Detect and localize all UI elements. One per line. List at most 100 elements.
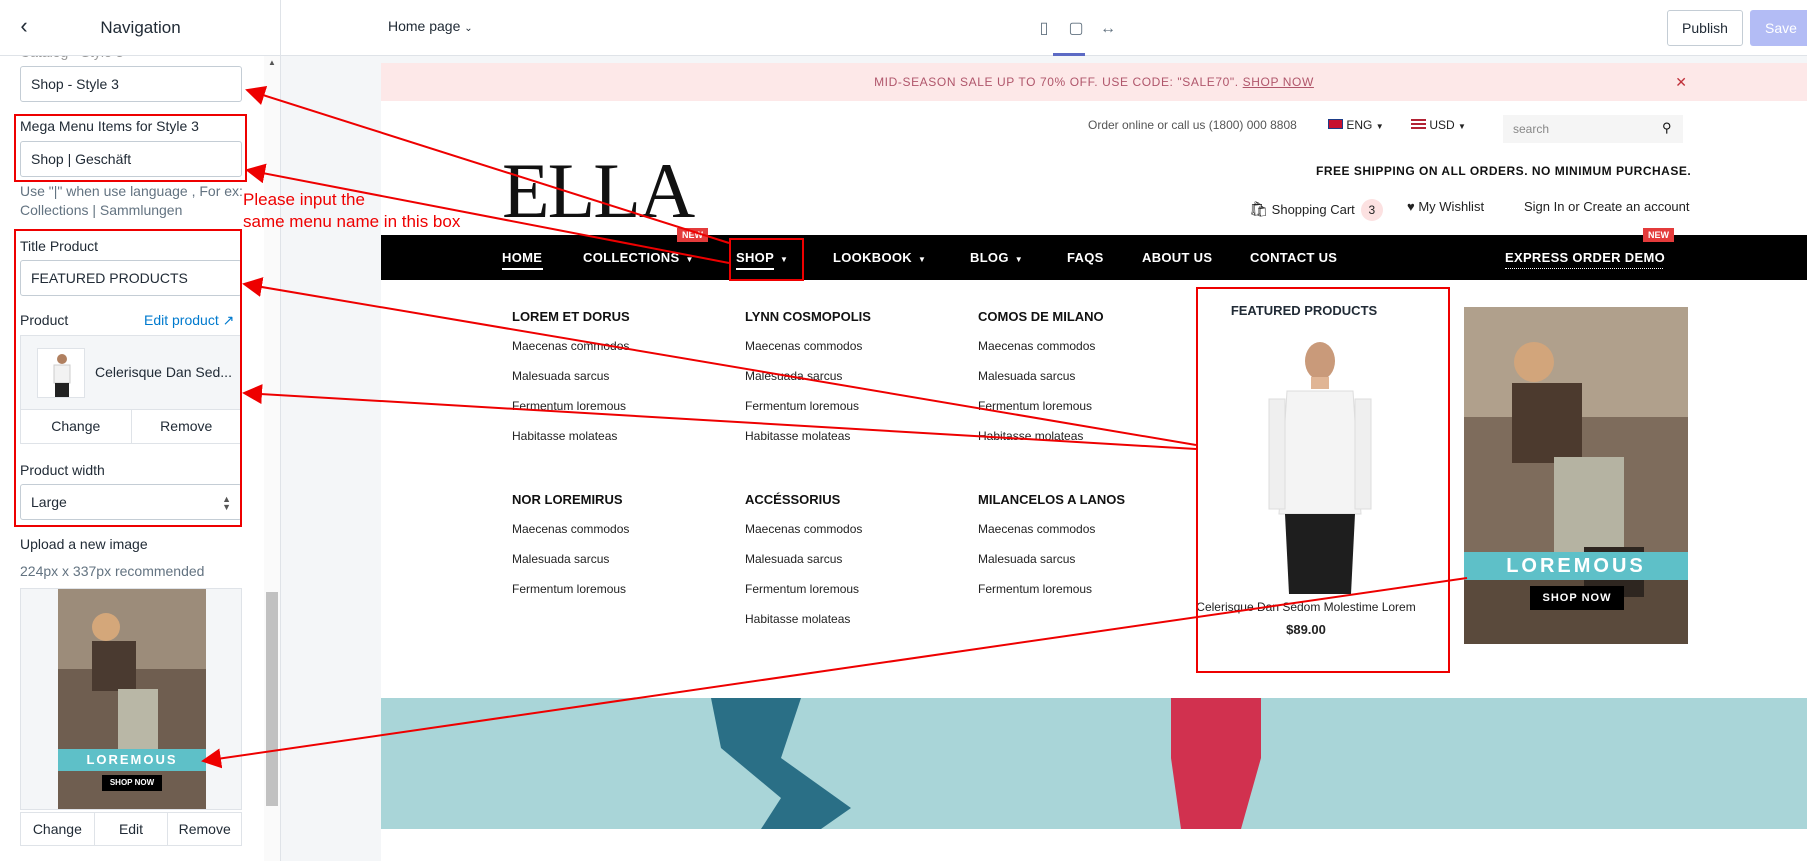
page-selector[interactable]: Home page ⌄: [388, 18, 473, 34]
nav-collections[interactable]: COLLECTIONS ▼: [583, 250, 694, 265]
main-nav: HOME COLLECTIONS ▼ SHOP ▼ LOOKBOOK ▼ BLOG ▼ …: [381, 235, 1807, 280]
image-change-button[interactable]: Change: [21, 813, 95, 845]
mega-column-item[interactable]: Fermentum loremous: [978, 582, 1092, 596]
nav-active-underline: [502, 268, 543, 270]
account-link[interactable]: Sign In or Create an account: [1524, 199, 1690, 214]
language-selector[interactable]: ENG ▼: [1328, 118, 1384, 132]
mega-column-item[interactable]: Fermentum loremous: [512, 399, 626, 413]
search-placeholder: search: [1513, 122, 1550, 136]
mega-column-title[interactable]: ACCÉSSORIUS: [745, 492, 840, 507]
mega-column-item[interactable]: Maecenas commodos: [512, 522, 629, 536]
mega-column-title[interactable]: LOREM ET DORUS: [512, 309, 630, 324]
thumb-banner-band: LOREMOUS: [58, 749, 206, 771]
mega-column-item[interactable]: Maecenas commodos: [978, 339, 1095, 353]
nav-home[interactable]: HOME: [502, 250, 542, 265]
save-button[interactable]: Save: [1750, 10, 1807, 46]
mega-column-item[interactable]: Maecenas commodos: [512, 339, 629, 353]
free-shipping-text: FREE SHIPPING ON ALL ORDERS. NO MINIMUM …: [1316, 164, 1692, 178]
mega-column-item[interactable]: Habitasse molateas: [745, 612, 850, 626]
search-icon[interactable]: ⚲: [1662, 120, 1672, 136]
annotation-line-1: Please input the: [243, 190, 365, 209]
help-line-2: Collections | Sammlungen: [20, 202, 183, 218]
mega-column-item[interactable]: Fermentum loremous: [978, 399, 1092, 413]
active-device-indicator: [1053, 53, 1085, 56]
shopping-cart-link[interactable]: 🛍 Shopping Cart 3: [1249, 199, 1383, 221]
menu-style-input[interactable]: Shop - Style 3: [20, 66, 242, 102]
mega-column-item[interactable]: Maecenas commodos: [745, 522, 862, 536]
nav-express-order[interactable]: EXPRESS ORDER DEMO: [1505, 250, 1665, 265]
mega-menu-banner[interactable]: LOREMOUS SHOP NOW: [1464, 307, 1688, 644]
search-input[interactable]: search: [1503, 115, 1683, 143]
wishlist-link[interactable]: ♥ My Wishlist: [1407, 199, 1484, 214]
wishlist-label: My Wishlist: [1418, 199, 1485, 214]
mega-column-item[interactable]: Maecenas commodos: [978, 522, 1095, 536]
mega-column-item[interactable]: Habitasse molateas: [745, 429, 850, 443]
contact-info: Order online or call us (1800) 000 8808: [1088, 118, 1297, 132]
mega-column-item[interactable]: Malesuada sarcus: [978, 552, 1075, 566]
nav-faqs[interactable]: FAQS: [1067, 250, 1104, 265]
nav-blog[interactable]: BLOG ▼: [970, 250, 1023, 265]
banner-text: LOREMOUS: [1464, 552, 1688, 580]
mega-column-item[interactable]: Fermentum loremous: [512, 582, 626, 596]
scroll-up-icon[interactable]: ▲: [266, 58, 278, 68]
mega-column-item[interactable]: Malesuada sarcus: [978, 369, 1075, 383]
nav-express-underline: [1505, 268, 1663, 269]
mega-column-item[interactable]: Maecenas commodos: [745, 339, 862, 353]
mega-column-title[interactable]: COMOS DE MILANO: [978, 309, 1104, 324]
nav-contact-us[interactable]: CONTACT US: [1250, 250, 1337, 265]
mega-column-item[interactable]: Habitasse molateas: [978, 429, 1083, 443]
annotation-box-mega-menu: [14, 114, 247, 182]
mega-column-title[interactable]: MILANCELOS A LANOS: [978, 492, 1125, 507]
mega-column-title[interactable]: NOR LOREMIRUS: [512, 492, 623, 507]
hero-banner: [381, 698, 1807, 829]
mega-column-item[interactable]: Malesuada sarcus: [745, 369, 842, 383]
mega-column-item[interactable]: Malesuada sarcus: [512, 552, 609, 566]
nav-lookbook-label: LOOKBOOK: [833, 250, 912, 265]
announcement-bar: MID-SEASON SALE UP TO 70% OFF. USE CODE:…: [381, 63, 1807, 101]
nav-blog-label: BLOG: [970, 250, 1009, 265]
currency-value: USD: [1429, 118, 1455, 132]
nav-about-us[interactable]: ABOUT US: [1142, 250, 1212, 265]
cart-count: 3: [1360, 199, 1383, 221]
mobile-view-icon[interactable]: ▯: [1028, 18, 1060, 38]
publish-button[interactable]: Publish: [1667, 10, 1743, 46]
mega-column-title[interactable]: LYNN COSMOPOLIS: [745, 309, 871, 324]
language-value: ENG: [1346, 118, 1373, 132]
banner-shop-now-button[interactable]: SHOP NOW: [1530, 586, 1624, 610]
mega-column-item[interactable]: Malesuada sarcus: [745, 552, 842, 566]
thumb-banner-button: SHOP NOW: [102, 775, 162, 791]
mega-menu-help: Use "|" when use language , For ex: Colle…: [20, 182, 243, 220]
nav-lookbook[interactable]: LOOKBOOK ▼: [833, 250, 926, 265]
mega-column-item[interactable]: Habitasse molateas: [512, 429, 617, 443]
sidebar-header: ‹ Navigation: [0, 0, 280, 56]
image-preview-box: LOREMOUS SHOP NOW: [20, 588, 242, 810]
mega-column-item[interactable]: Fermentum loremous: [745, 399, 859, 413]
mega-column-item[interactable]: Malesuada sarcus: [512, 369, 609, 383]
sidebar-scroll-thumb[interactable]: [266, 592, 278, 806]
upload-help: 224px x 337px recommended: [20, 563, 205, 579]
caret-down-icon: ▼: [1014, 255, 1023, 264]
caret-down-icon: ▼: [1375, 122, 1384, 131]
image-edit-button[interactable]: Edit: [95, 813, 169, 845]
fullwidth-view-icon[interactable]: ↔: [1092, 20, 1124, 38]
caret-down-icon: ▼: [1458, 122, 1466, 131]
currency-selector[interactable]: USD ▼: [1411, 118, 1466, 132]
annotation-box-shop-nav: [729, 238, 804, 281]
help-line-1: Use "|" when use language , For ex:: [20, 183, 243, 199]
announcement-link[interactable]: SHOP NOW: [1243, 75, 1314, 89]
store-logo[interactable]: ELLA: [502, 151, 695, 231]
close-icon[interactable]: ✕: [1675, 74, 1687, 91]
annotation-box-featured-products: [1196, 287, 1450, 673]
desktop-view-icon[interactable]: ▢: [1060, 18, 1092, 38]
mega-column-item[interactable]: Fermentum loremous: [745, 582, 859, 596]
panel-title: Navigation: [100, 18, 181, 37]
new-badge: NEW: [677, 228, 708, 242]
hero-image: [381, 698, 1807, 829]
us-flag-icon: [1411, 119, 1426, 129]
announcement-text: MID-SEASON SALE UP TO 70% OFF. USE CODE:…: [874, 75, 1239, 89]
image-remove-button[interactable]: Remove: [168, 813, 241, 845]
upload-label: Upload a new image: [20, 536, 148, 552]
caret-down-icon: ▼: [917, 255, 927, 264]
nav-collections-label: COLLECTIONS: [583, 250, 680, 265]
new-badge: NEW: [1643, 228, 1674, 242]
